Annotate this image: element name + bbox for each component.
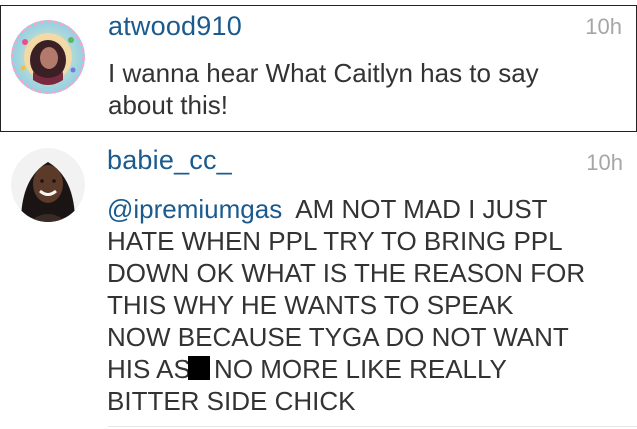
mention-link[interactable]: @ipremiumgas bbox=[107, 194, 282, 224]
comment-item-highlighted[interactable]: atwood910 10h I wanna hear What Caitlyn … bbox=[0, 5, 637, 132]
comment-text: I wanna hear What Caitlyn has to say abo… bbox=[108, 57, 620, 121]
comment-divider bbox=[108, 426, 637, 427]
comment-text-line: HIS AS NO MORE LIKE REALLY bbox=[107, 353, 619, 385]
comment-text-fragment: AM NOT MAD I JUST bbox=[282, 194, 548, 224]
birthday-frame-avatar-icon bbox=[11, 20, 85, 94]
comment-text-line: THIS WHY HE WANTS TO SPEAK bbox=[107, 290, 514, 320]
user-avatar[interactable] bbox=[11, 20, 85, 94]
comment-text-fragment: HIS AS bbox=[107, 354, 191, 384]
user-avatar[interactable] bbox=[11, 148, 85, 222]
comment-text: @ipremiumgas AM NOT MAD I JUST HATE WHEN… bbox=[107, 193, 619, 417]
comment-text-line: BITTER SIDE CHICK bbox=[107, 386, 356, 416]
comment-timestamp: 10h bbox=[585, 14, 622, 39]
comment-username[interactable]: atwood910 bbox=[108, 11, 242, 42]
comment-timestamp: 10h bbox=[586, 150, 623, 175]
comment-text-line: DOWN OK WHAT IS THE REASON FOR bbox=[107, 258, 586, 288]
comment-text-line: @ipremiumgas AM NOT MAD I JUST bbox=[107, 193, 619, 225]
woman-portrait-avatar-icon bbox=[11, 148, 85, 222]
comment-text-fragment: NO MORE LIKE REALLY bbox=[206, 354, 507, 384]
comment-text-line: HATE WHEN PPL TRY TO BRING PPL bbox=[107, 226, 563, 256]
comment-text-line: about this! bbox=[108, 90, 228, 120]
comment-item[interactable]: babie_cc_ 10h @ipremiumgas AM NOT MAD I … bbox=[0, 136, 637, 429]
comment-text-line: NOW BECAUSE TYGA DO NOT WANT bbox=[107, 322, 569, 352]
comment-username[interactable]: babie_cc_ bbox=[107, 145, 232, 176]
comment-text-line: I wanna hear What Caitlyn has to say bbox=[108, 58, 539, 88]
